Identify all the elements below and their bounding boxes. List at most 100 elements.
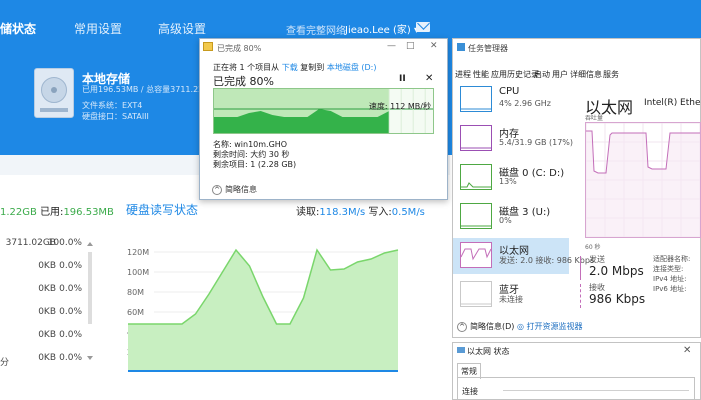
read-label: 读取:	[296, 207, 320, 218]
perf-item-value: 4% 2.96 GHz	[499, 99, 552, 108]
read-area	[128, 250, 398, 372]
tm-tab[interactable]: 应用历史记录	[491, 69, 539, 80]
tm-fewer-details-button[interactable]: ^ 简略信息(D)	[457, 321, 514, 332]
ethernet-status-title: 以太网 状态	[467, 347, 510, 356]
send-value: 2.0 Mbps	[589, 264, 644, 278]
network-adapter-icon	[457, 347, 465, 353]
perf-item[interactable]: 磁盘 0 (C: D:) 13%	[453, 160, 569, 196]
copy-detail-time: 剩余时间: 大约 30 秒	[213, 150, 290, 159]
tm-tab[interactable]: 详细信息	[570, 69, 602, 80]
perf-item-value: 5.4/31.9 GB (17%)	[499, 138, 574, 147]
fewer-details-button[interactable]: ^ 简略信息	[212, 184, 257, 195]
disk-row-capacity: 0KB	[38, 307, 56, 317]
perf-item[interactable]: CPU 4% 2.96 GHz	[453, 82, 569, 118]
adapter-name: Intel(R) Ethe	[644, 98, 701, 108]
perf-item[interactable]: 内存 5.4/31.9 GB (17%)	[453, 121, 573, 157]
full-network-link[interactable]: 查看完整网络	[286, 22, 346, 37]
cancel-copy-button[interactable]: ✕	[425, 73, 433, 84]
receive-legend-mark	[580, 284, 583, 308]
y-tick-label: 120M	[127, 248, 149, 257]
close-button[interactable]: ✕	[430, 41, 438, 51]
capacity-summary: 1.22GB 已用:196.53MB	[0, 203, 114, 218]
perf-thumbnail	[460, 242, 492, 268]
disk-row-percent: 0.0%	[59, 261, 82, 271]
perf-item[interactable]: 蓝牙 未连接	[453, 277, 569, 313]
y-tick-label: 60M	[127, 308, 144, 317]
disk-row-percent: 100.0%	[47, 238, 82, 248]
tm-tab[interactable]: 用户	[552, 69, 568, 80]
disk-row: 0KB 0.0%	[0, 353, 96, 367]
copy-description: 正在将 1 个项目从 下载 复制到 本地磁盘 (D:)	[213, 62, 376, 73]
chevron-up-icon: ^	[457, 321, 467, 332]
disk-row: 0KB 0.0%	[0, 284, 96, 298]
tab-common-settings[interactable]: 常用设置	[74, 20, 122, 37]
perf-thumbnail-line	[460, 248, 492, 261]
perf-item[interactable]: 磁盘 3 (U:) 0%	[453, 199, 569, 235]
tm-tab[interactable]: 启动	[534, 69, 550, 80]
folder-copy-icon	[203, 42, 213, 51]
user-menu[interactable]: Jieao.Lee (家) ▾	[345, 21, 419, 36]
receive-value: 986 Kbps	[589, 292, 646, 306]
task-manager-titlebar: 任务管理器	[453, 39, 701, 55]
copy-details: 名称: win10m.GHO 剩余时间: 大约 30 秒 剩余项目: 1 (2.…	[213, 140, 296, 170]
tab-advanced-settings[interactable]: 高级设置	[158, 20, 206, 37]
copy-speed: 速度: 112 MB/秒	[368, 102, 431, 111]
tm-tab[interactable]: 进程	[455, 69, 471, 80]
y-tick-label: 80M	[127, 288, 144, 297]
ethernet-close-button[interactable]: ✕	[683, 345, 691, 356]
tm-fewer-label: 简略信息(D)	[470, 322, 515, 331]
throughput-label: 吞吐量	[585, 115, 604, 122]
perf-item[interactable]: 以太网 发送: 2.0 接收: 986 Kbps	[453, 238, 594, 274]
tm-receive-area	[586, 131, 700, 237]
disk-row-capacity: 0KB	[38, 284, 56, 294]
perf-item-value: 0%	[499, 216, 512, 225]
disk-table-scrollbar[interactable]	[88, 252, 92, 324]
mail-icon[interactable]	[416, 22, 430, 32]
storage-filesystem: 文件系统：EXT4	[82, 101, 143, 110]
capacity-used-label: 已用:	[40, 207, 64, 218]
disk-row: 0KB 0.0%	[0, 330, 96, 344]
meta-adapter-name: 适配器名称:	[653, 255, 691, 263]
scroll-down-arrow-icon[interactable]	[87, 356, 93, 360]
connection-divider	[503, 390, 689, 391]
ethernet-throughput-graph	[585, 122, 701, 238]
tab-storage-status[interactable]: 储状态	[0, 20, 36, 37]
storage-usage: 已用196.53MB / 总容量3711.22GB	[82, 85, 215, 94]
disk-row-capacity: 0KB	[38, 353, 56, 363]
tm-tab[interactable]: 性能	[473, 69, 489, 80]
resource-monitor-link[interactable]: ◎ 打开资源监视器	[517, 321, 583, 332]
disk-row-percent: 0.0%	[59, 330, 82, 340]
task-manager-icon	[457, 43, 465, 51]
perf-item-value: 13%	[499, 177, 517, 186]
copy-dest-link[interactable]: 本地磁盘 (D:)	[327, 63, 377, 72]
task-manager-title: 任务管理器	[468, 44, 508, 53]
general-panel	[457, 377, 695, 400]
disk-rw-chart-svg: 120M100M80M60M40M20M	[127, 248, 399, 372]
disk-row-percent: 0.0%	[59, 284, 82, 294]
minimize-button[interactable]: —	[387, 41, 396, 51]
performance-sidebar: CPU 4% 2.96 GHz 内存 5.4/31.9 GB (17%) 磁盘 0 (C…	[453, 82, 594, 316]
perf-thumbnail	[460, 281, 492, 307]
pause-button[interactable]: II	[399, 74, 406, 84]
resource-monitor-icon: ◎	[517, 322, 527, 331]
ethernet-throughput-svg	[585, 122, 701, 238]
disk-rw-speed: 读取:118.3M/s 写入:0.5M/s	[296, 203, 425, 218]
y-tick-label: 100M	[127, 268, 149, 277]
perf-thumbnail	[460, 125, 492, 151]
disk-row-capacity: 0KB	[38, 330, 56, 340]
perf-thumbnail-line	[461, 182, 491, 188]
send-legend-mark	[580, 256, 583, 280]
perf-item-value: 未连接	[499, 295, 523, 304]
disk-row-percent: 0.0%	[59, 307, 82, 317]
tm-tab[interactable]: 服务	[603, 69, 619, 80]
ethernet-performance-panel: 以太网 Intel(R) Ethe 吞吐量 60 秒 发送 2.0 Mbps 接…	[575, 82, 701, 316]
copy-source-link[interactable]: 下载	[282, 63, 298, 72]
hard-disk-icon	[34, 68, 74, 118]
copy-speed-graph: 速度: 112 MB/秒	[213, 88, 434, 134]
perf-thumbnail	[460, 86, 492, 112]
meta-ipv4: IPv4 地址:	[653, 275, 687, 283]
maximize-button[interactable]: □	[406, 41, 415, 51]
scroll-up-arrow-icon[interactable]	[87, 242, 93, 246]
disk-row-percent: 0.0%	[59, 353, 82, 363]
disk-rw-chart: 120M100M80M60M40M20M	[126, 232, 404, 380]
